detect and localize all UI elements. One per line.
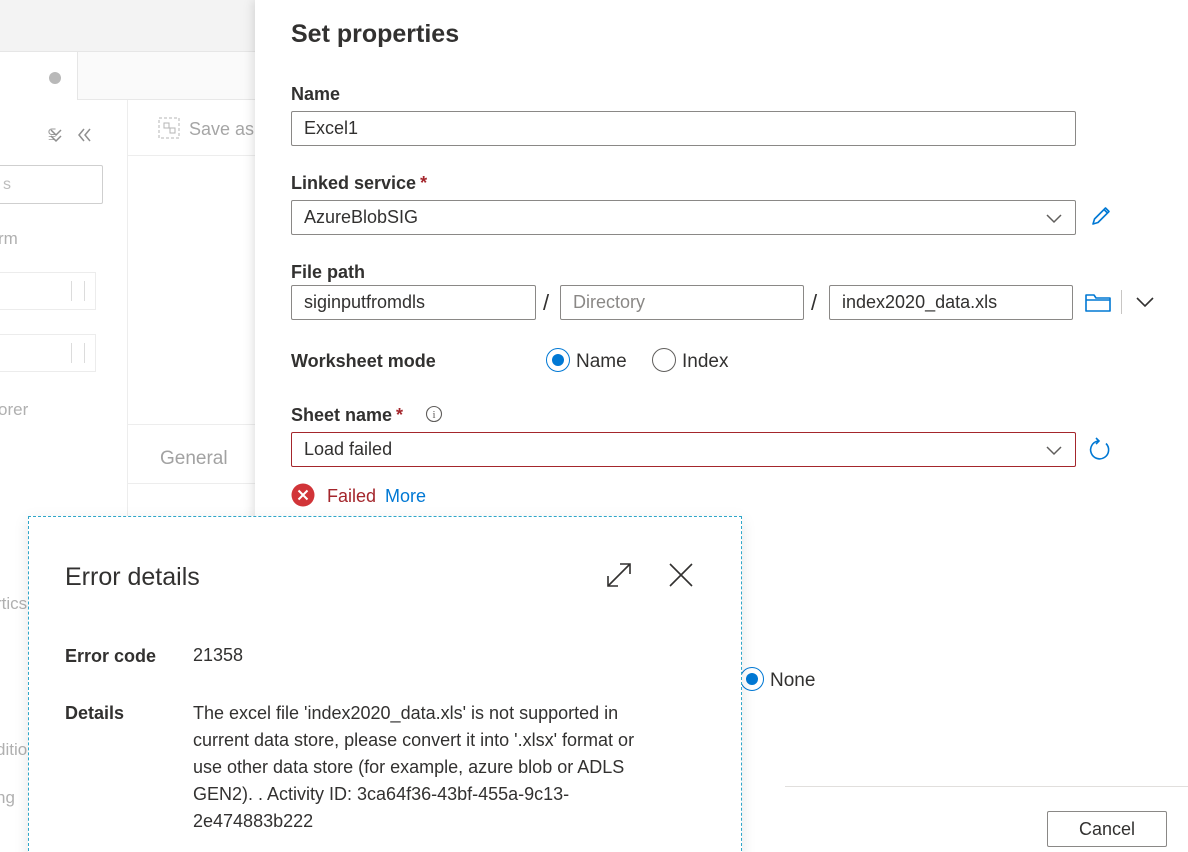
path-separator: / <box>811 290 818 315</box>
sheet-name-value: Load failed <box>304 439 393 459</box>
sheet-name-select[interactable]: Load failed <box>291 432 1076 467</box>
more-link[interactable]: More <box>385 486 426 507</box>
required-asterisk: * <box>396 405 404 425</box>
details-line: The excel file 'index2020_data.xls' is n… <box>193 703 619 723</box>
details-label: Details <box>65 703 125 723</box>
close-button[interactable] <box>663 557 699 593</box>
chevron-down-icon <box>1046 214 1062 224</box>
linked-service-label: Linked service * <box>291 173 427 194</box>
error-code-value: 21358 <box>193 645 244 665</box>
info-glyph: i <box>432 409 435 421</box>
edit-pencil-icon[interactable] <box>1088 203 1114 229</box>
tab-general[interactable]: General <box>128 424 260 484</box>
unsaved-dot-icon <box>49 72 61 84</box>
sheet-name-label: Sheet name * <box>291 405 403 426</box>
details-text: The excel file 'index2020_data.xls' is n… <box>193 700 693 835</box>
file-path-file-input[interactable]: index2020_data.xls <box>829 285 1073 320</box>
pane-text-fragment: rtics <box>0 594 28 613</box>
panel-title: Set properties <box>291 20 460 48</box>
pane-text-fragment: ditio <box>0 740 28 759</box>
save-as-button[interactable]: Save as <box>157 116 254 140</box>
pane-text-fragment: rm <box>0 229 18 248</box>
pane-text-fragment: ng <box>0 788 15 807</box>
linked-service-value: AzureBlobSIG <box>304 207 419 227</box>
save-as-label: Save as <box>189 119 255 139</box>
editor-tab-strip <box>0 52 260 100</box>
footer-divider <box>785 786 1188 787</box>
worksheet-mode-index-option[interactable]: Index <box>652 348 728 373</box>
collapse-pane-icons[interactable] <box>48 126 92 144</box>
refresh-icon[interactable] <box>1087 437 1113 463</box>
file-path-directory-input[interactable]: Directory <box>560 285 804 320</box>
radio-label: Index <box>682 351 729 372</box>
linked-service-label-text: Linked service <box>291 173 417 193</box>
details-line: GEN2). . Activity ID: 3ca64f36-43bf-455a… <box>193 784 570 804</box>
error-details-title: Error details <box>65 563 200 591</box>
radio-label: None <box>770 670 816 691</box>
resource-search-input[interactable]: s <box>0 165 103 204</box>
radio-unselected-icon[interactable] <box>652 348 676 372</box>
details-line: 2e474883b222 <box>193 811 314 831</box>
name-label: Name <box>291 84 341 104</box>
search-placeholder-fragment: s <box>3 176 11 193</box>
failed-status-text: Failed <box>327 486 377 506</box>
tab-general-label: General <box>160 448 228 469</box>
details-line: use other data store (for example, azure… <box>193 757 625 777</box>
pane-text-fragment: orer <box>0 400 29 419</box>
radio-selected-icon[interactable] <box>546 348 570 372</box>
path-separator: / <box>543 290 550 315</box>
file-path-label: File path <box>291 262 366 282</box>
worksheet-mode-name-option[interactable]: Name <box>546 348 627 373</box>
cancel-button[interactable]: Cancel <box>1047 811 1167 847</box>
error-details-callout: Error details Error code 21358 Details T… <box>28 516 742 852</box>
expand-button[interactable] <box>601 557 637 593</box>
info-icon[interactable]: i <box>425 405 443 423</box>
radio-label: Name <box>576 351 627 372</box>
browse-folder-icon[interactable] <box>1084 290 1112 314</box>
app-top-bar <box>0 0 260 52</box>
save-as-template-icon <box>158 117 180 139</box>
none-option[interactable]: None <box>740 667 815 692</box>
pane-item-box[interactable] <box>0 272 96 310</box>
name-input[interactable]: Excel1 <box>291 111 1076 146</box>
worksheet-mode-label: Worksheet mode <box>291 351 436 371</box>
editor-tab[interactable] <box>0 52 78 100</box>
chevron-down-icon[interactable] <box>1134 292 1156 312</box>
pane-item-box[interactable] <box>0 334 96 372</box>
radio-selected-icon[interactable] <box>740 667 764 691</box>
linked-service-select[interactable]: AzureBlobSIG <box>291 200 1076 235</box>
sheet-name-label-text: Sheet name <box>291 405 393 425</box>
close-icon <box>669 563 693 587</box>
error-code-label: Error code <box>65 646 157 666</box>
file-path-container-input[interactable]: siginputfromdls <box>291 285 536 320</box>
expand-icon <box>607 563 631 587</box>
chevron-down-icon <box>1046 446 1062 456</box>
details-line: current data store, please convert it in… <box>193 730 635 750</box>
required-asterisk: * <box>420 173 428 193</box>
error-circle-icon <box>291 483 315 507</box>
toolbar-divider <box>1121 290 1122 314</box>
